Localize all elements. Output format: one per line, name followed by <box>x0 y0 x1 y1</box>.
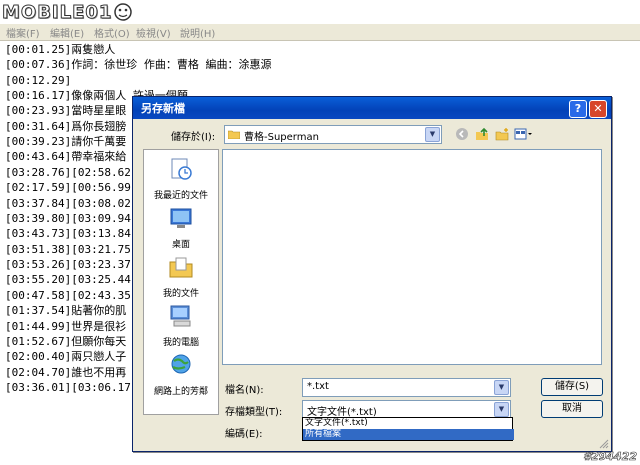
editor-line: [00:47.58][02:43.35 <box>5 289 131 302</box>
menu-file[interactable]: 檔案(F) <box>6 25 40 40</box>
menu-help[interactable]: 說明(H) <box>180 25 215 40</box>
dialog-title: 另存新檔 <box>141 102 185 115</box>
chevron-down-icon[interactable]: ▼ <box>494 402 509 417</box>
editor-line: [02:17.59][00:56.99 <box>5 181 131 194</box>
site-logo: MOBILE01 <box>1 1 134 23</box>
place-network[interactable]: 網路上的芳鄰 <box>144 352 218 397</box>
cancel-button[interactable]: 取消 <box>541 400 603 418</box>
back-icon[interactable] <box>455 127 469 141</box>
editor-line: [03:37.84][03:08.02 <box>5 197 131 210</box>
save-in-combo[interactable]: 曹格-Superman ▼ <box>224 125 442 144</box>
menu-format[interactable]: 格式(O) <box>94 25 130 40</box>
place-label: 我的文件 <box>162 289 199 299</box>
editor-line: [01:37.54]貼著你的肌 <box>5 304 127 317</box>
folder-icon <box>228 130 240 139</box>
my-computer-icon <box>170 305 191 327</box>
menu-view[interactable]: 檢視(V) <box>136 25 171 40</box>
place-label: 我的電腦 <box>162 338 199 348</box>
desktop-icon <box>170 208 192 228</box>
editor-line: [01:44.99]世界是很衫 <box>5 320 127 333</box>
chevron-down-icon[interactable]: ▼ <box>494 380 509 395</box>
logo-face-icon <box>114 3 133 21</box>
resize-grip-icon[interactable] <box>599 439 609 449</box>
editor-line: [02:00.40]兩只戀人子 <box>5 350 127 363</box>
watermark: #294422 <box>583 450 637 464</box>
menu-edit[interactable]: 編輯(E) <box>50 25 84 40</box>
save-in-label: 儲存於(I): <box>171 132 216 143</box>
editor-line: [00:43.64]帶幸福來給 <box>5 150 127 163</box>
file-list[interactable] <box>222 149 602 365</box>
editor-line: [02:04.70]誰也不用再 <box>5 366 127 379</box>
new-folder-icon[interactable] <box>495 127 509 141</box>
filetype-dropdown-list: 文字文件(*.txt) 所有檔案 <box>302 417 514 441</box>
network-places-icon <box>171 354 191 374</box>
save-button[interactable]: 儲存(S) <box>541 378 603 396</box>
editor-line: [00:01.25]兩隻戀人 <box>5 43 116 56</box>
editor-line: [03:51.38][03:21.75 <box>5 243 131 256</box>
editor-line: [03:28.76][02:58.62 <box>5 166 131 179</box>
place-label: 我最近的文件 <box>153 191 208 201</box>
editor-line: [03:36.01][03:06.17 <box>5 381 131 394</box>
place-my-computer[interactable]: 我的電腦 <box>144 303 218 348</box>
menu-bar: 檔案(F) 編輯(E) 格式(O) 檢視(V) 說明(H) <box>0 24 640 41</box>
place-desktop[interactable]: 桌面 <box>144 205 218 250</box>
chevron-down-icon[interactable]: ▼ <box>425 127 440 142</box>
filetype-label: 存檔類型(T): <box>225 407 283 418</box>
up-folder-icon[interactable] <box>475 127 489 141</box>
places-bar: 我最近的文件 桌面 我的文件 我的電腦 網路上的芳鄰 <box>143 149 219 415</box>
place-my-documents[interactable]: 我的文件 <box>144 254 218 299</box>
filetype-option-all[interactable]: 所有檔案 <box>303 429 514 440</box>
help-button[interactable]: ? <box>569 100 587 118</box>
filename-label: 檔名(N): <box>225 385 264 396</box>
editor-line: [00:07.36]作詞：徐世珍 作曲：曹格 編曲：涂惠源 <box>5 58 272 71</box>
editor-line: [03:39.80][03:09.94 <box>5 212 131 225</box>
save-as-dialog: 另存新檔 ? ✕ 儲存於(I): 曹格-Superman ▼ 我最近的文件 桌面… <box>132 96 612 452</box>
site-banner: MOBILE01 <box>0 0 640 24</box>
editor-line: [00:31.64]爲你長翅膀 <box>5 120 127 133</box>
filetype-value: 文字文件(*.txt) <box>307 407 377 418</box>
editor-line: [03:43.73][03:13.84 <box>5 227 131 240</box>
view-menu-icon[interactable] <box>514 127 534 141</box>
place-recent[interactable]: 我最近的文件 <box>144 156 218 201</box>
editor-line: [00:12.29] <box>5 74 72 87</box>
editor-line: [00:23.93]當時星星眼 <box>5 104 127 117</box>
encoding-label: 編碼(E): <box>225 429 263 440</box>
my-documents-icon <box>169 257 193 278</box>
editor-line: [01:52.67]但願你每天 <box>5 335 127 348</box>
editor-line: [03:55.20][03:25.44 <box>5 273 131 286</box>
recent-documents-icon <box>171 158 192 180</box>
close-button[interactable]: ✕ <box>589 100 607 118</box>
filename-input[interactable]: *.txt ▼ <box>302 378 511 397</box>
place-label: 桌面 <box>171 240 190 250</box>
filename-value: *.txt <box>307 381 329 392</box>
filetype-option-txt[interactable]: 文字文件(*.txt) <box>303 418 514 429</box>
logo-text: MOBILE01 <box>1 1 113 23</box>
dialog-titlebar[interactable]: 另存新檔 ? ✕ <box>133 97 611 119</box>
place-label: 網路上的芳鄰 <box>153 387 208 397</box>
editor-line: [00:39.23]請你千萬要 <box>5 135 127 148</box>
editor-line: [03:53.26][03:23.37 <box>5 258 131 271</box>
save-in-value: 曹格-Superman <box>244 132 319 143</box>
